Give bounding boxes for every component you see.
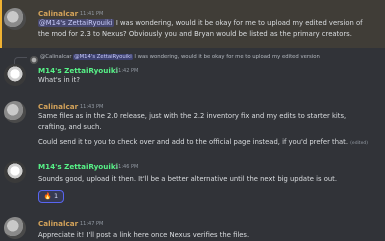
message-text-line: Sounds good, upload it then. It'll be a … — [38, 175, 337, 183]
message-text-line: the mod for 2.3 to Nexus? Obviously you … — [38, 30, 352, 38]
timestamp: 11:42 PM — [115, 68, 139, 74]
timestamp: 11:47 PM — [80, 221, 104, 227]
message-5[interactable]: Calinalcar 11:47 PM Appreciate it! I'll … — [0, 212, 385, 241]
message-text-line: I was wondering, would it be okay for me… — [115, 19, 363, 27]
reaction-count: 1 — [54, 192, 59, 200]
author-name[interactable]: Calinalcar — [38, 102, 78, 111]
user-mention[interactable]: @M14's ZettaiRyouiki — [38, 19, 114, 27]
reply-connector — [14, 57, 27, 64]
message-text-line: What's in it? — [38, 76, 80, 84]
author-name[interactable]: Calinalcar — [38, 9, 78, 18]
message-3[interactable]: Calinalcar 11:43 PM Same files as in the… — [0, 98, 385, 153]
fire-icon: 🔥 — [43, 192, 52, 200]
message-text-line: Same files as in the 2.0 release, just w… — [38, 112, 347, 120]
reply-avatar — [30, 56, 38, 64]
reply-text: I was wondering, would it be okay for me… — [134, 54, 320, 60]
reaction-fire[interactable]: 🔥 1 — [38, 190, 64, 203]
message-text-line: Could send it to you to check over and a… — [38, 138, 348, 146]
reply-mention[interactable]: @M14's ZettaiRyouiki — [73, 54, 133, 60]
message-text-line: Appreciate it! I'll post a link here onc… — [38, 231, 250, 239]
reply-preview[interactable]: @Calinalcar @M14's ZettaiRyouiki I was w… — [40, 54, 320, 60]
timestamp: 11:43 PM — [80, 104, 104, 110]
author-name[interactable]: M14's ZettaiRyouiki — [38, 66, 118, 75]
avatar[interactable] — [4, 101, 26, 123]
author-name[interactable]: M14's ZettaiRyouiki — [38, 162, 118, 171]
timestamp: 11:41 PM — [80, 11, 104, 17]
avatar[interactable] — [4, 8, 26, 30]
avatar[interactable] — [4, 64, 26, 86]
avatar[interactable] — [4, 217, 26, 239]
message-1[interactable]: Calinalcar 11:41 PM @M14's ZettaiRyouiki… — [0, 0, 385, 48]
reply-author[interactable]: @Calinalcar — [40, 54, 72, 60]
message-text: @M14's ZettaiRyouiki I was wondering, wo… — [38, 18, 363, 29]
message-2[interactable]: @Calinalcar @M14's ZettaiRyouiki I was w… — [0, 48, 385, 93]
message-text-line: crafting, and such. — [38, 123, 102, 131]
message-text: Could send it to you to check over and a… — [38, 137, 368, 149]
edited-label: (edited) — [350, 141, 368, 146]
avatar[interactable] — [4, 161, 26, 183]
author-name[interactable]: Calinalcar — [38, 219, 78, 228]
timestamp: 11:46 PM — [115, 164, 139, 170]
